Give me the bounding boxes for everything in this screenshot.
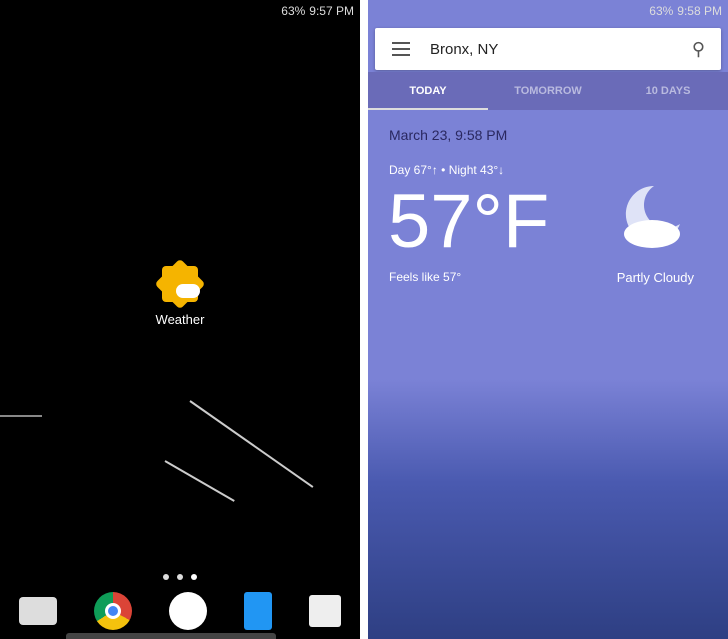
- tab-today[interactable]: TODAY: [368, 72, 488, 110]
- current-temperature: 57°F: [388, 179, 550, 264]
- clock: 9:58 PM: [677, 4, 722, 18]
- google-weather-icon: [154, 258, 206, 310]
- contacts-icon[interactable]: [244, 592, 273, 630]
- menu-icon[interactable]: [392, 42, 410, 56]
- battery-level: 63%: [281, 4, 306, 18]
- date-time: March 23, 9:58 PM: [389, 127, 508, 143]
- camera-icon[interactable]: [18, 597, 57, 625]
- chrome-icon[interactable]: [93, 592, 132, 630]
- weather-app-shortcut[interactable]: Weather: [150, 258, 210, 327]
- wallpaper-streak: [189, 400, 314, 488]
- wallpaper-streak: [0, 415, 42, 417]
- clock: 9:57 PM: [309, 4, 354, 18]
- weather-app: 63% 9:58 PM Bronx, NY ⚲ TODAY TOMORROW 10…: [368, 0, 728, 639]
- moon-cloud-icon: [624, 185, 680, 248]
- status-bar: 63% 9:57 PM: [281, 0, 354, 22]
- search-bar[interactable]: Bronx, NY ⚲: [375, 28, 721, 70]
- wallpaper-streak: [164, 460, 235, 502]
- play-store-icon[interactable]: [309, 595, 342, 627]
- weather-illustration: [368, 379, 728, 639]
- search-icon[interactable]: ⚲: [692, 39, 705, 60]
- bottom-panel-handle[interactable]: [66, 633, 276, 639]
- high-low: Day 67°↑ • Night 43°↓: [389, 163, 505, 177]
- condition: Partly Cloudy: [616, 270, 694, 285]
- location-text[interactable]: Bronx, NY: [430, 41, 692, 58]
- page-indicator: [163, 574, 197, 580]
- feels-like: Feels like 57°: [389, 270, 462, 284]
- dock: [0, 592, 360, 630]
- tab-10-days[interactable]: 10 DAYS: [608, 72, 728, 110]
- app-label: Weather: [155, 312, 205, 327]
- home-screen: 63% 9:57 PM Weather: [0, 0, 360, 639]
- tab-tomorrow[interactable]: TOMORROW: [488, 72, 608, 110]
- battery-level: 63%: [649, 4, 674, 18]
- status-bar: 63% 9:58 PM: [649, 0, 722, 22]
- tab-bar: TODAY TOMORROW 10 DAYS: [368, 72, 728, 110]
- app-drawer-icon[interactable]: [168, 592, 207, 630]
